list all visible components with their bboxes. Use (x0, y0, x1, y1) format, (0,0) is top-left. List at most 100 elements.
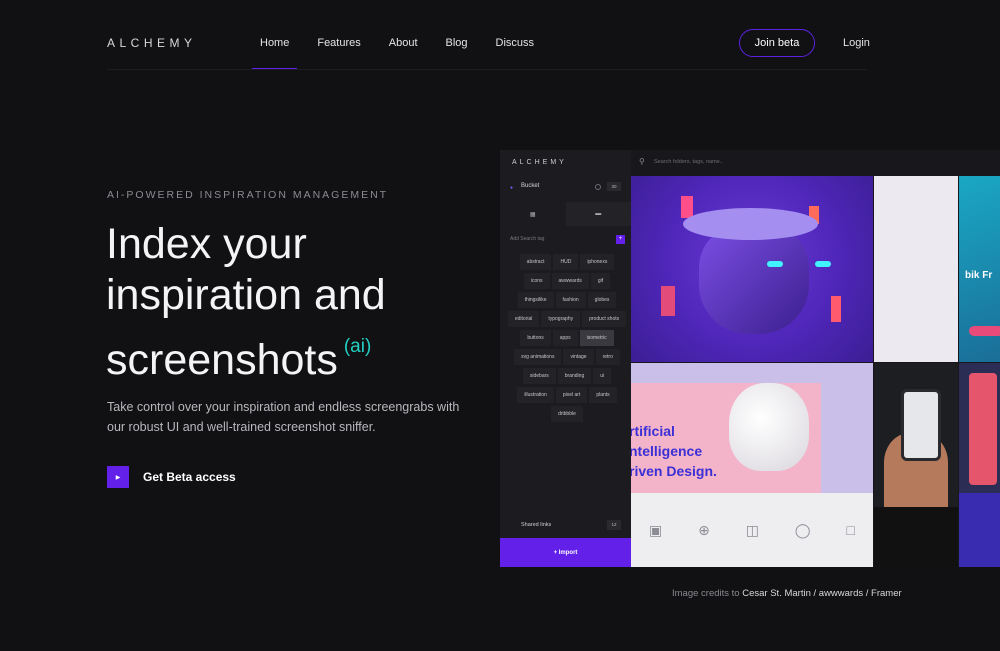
get-beta-label[interactable]: Get Beta access (143, 470, 236, 484)
bucket-row[interactable]: ● Bucket 30 (510, 182, 622, 193)
tile-ai-design[interactable]: rtificial ntelligence riven Design. (631, 363, 873, 493)
tag-chip[interactable]: HUD (553, 254, 579, 270)
image-icon[interactable]: ▣ (649, 522, 662, 539)
nav-link-blog[interactable]: Blog (446, 37, 468, 49)
bucket-label: Bucket (521, 183, 540, 189)
nav-link-about[interactable]: About (389, 37, 418, 49)
shared-links-label: Shared links (521, 522, 552, 528)
app-preview: ALCHEMY ● Bucket 30 ▦ ▬ Add Search tag +… (500, 150, 1000, 567)
nav-divider (107, 69, 867, 70)
tag-chip[interactable]: gif (590, 273, 611, 289)
tag-chip[interactable]: vintage (563, 349, 594, 365)
top-nav: ALCHEMY Home Features About Blog Discuss… (0, 0, 1000, 70)
tag-chip[interactable]: abstract (519, 254, 552, 270)
hero-eyebrow: AI-POWERED INSPIRATION MANAGEMENT (107, 189, 389, 201)
card-line-2: ntelligence (631, 443, 703, 459)
card-title: rtificial ntelligence riven Design. (631, 421, 717, 481)
glowing-eye (767, 261, 783, 267)
nav-links: Home Features About Blog Discuss (251, 37, 562, 70)
tag-chip[interactable]: pixel art (555, 387, 588, 403)
tag-chip[interactable]: apps (552, 330, 578, 346)
tile-mobile-ui[interactable] (959, 363, 1000, 493)
tag-chip[interactable]: iphonexs (580, 254, 615, 270)
phone-shape (901, 389, 941, 461)
component-icon[interactable]: ⊕ (698, 522, 710, 539)
phone-shape (969, 373, 997, 485)
font-icon[interactable]: □ (847, 522, 855, 538)
app-sidebar: ALCHEMY ● Bucket 30 ▦ ▬ Add Search tag +… (500, 150, 631, 567)
import-button[interactable]: + Import (500, 538, 631, 567)
tag-chip[interactable]: editorial (507, 311, 540, 327)
tag-chip[interactable]: typography (541, 311, 581, 327)
bucket-dot-icon: ● (510, 185, 514, 191)
tag-chip[interactable]: icons (523, 273, 550, 289)
credits-prefix: Image credits to (672, 588, 740, 599)
hero-subtitle: Take control over your inspiration and e… (107, 400, 460, 434)
tile-dark-device[interactable] (874, 507, 958, 567)
pixel-block (661, 286, 675, 316)
get-beta-cta[interactable]: ▶ Get Beta access (107, 466, 236, 488)
mouse-icon[interactable]: ◯ (795, 522, 811, 539)
list-view-icon[interactable]: ▬ (565, 202, 631, 226)
search-icon: ⚲ (639, 157, 645, 166)
tile-abstract-head[interactable] (631, 176, 873, 362)
credits-names: Cesar St. Martin / awwwards / Framer (742, 588, 902, 599)
tag-chip[interactable]: retro (595, 349, 620, 365)
bucket-count: 30 (607, 182, 621, 191)
card-line-3: riven Design. (631, 463, 717, 479)
icon-tiles: ▣ ⊕ ◫ ◯ □ (631, 493, 873, 567)
login-link[interactable]: Login (843, 37, 870, 49)
search-placeholder: Search folders, tags, name.. (654, 159, 723, 165)
nav-link-home[interactable]: Home (251, 37, 298, 70)
hero-headline: Index your inspiration and screenshots (a… (106, 219, 466, 386)
app-searchbar[interactable]: ⚲ Search folders, tags, name.. (631, 150, 1000, 176)
brain-shape (729, 383, 809, 471)
tag-chip[interactable]: buttons (520, 330, 551, 346)
tile-fashion-site[interactable] (874, 176, 958, 362)
play-icon[interactable]: ▶ (107, 466, 129, 488)
grid-view-icon[interactable]: ▦ (500, 202, 566, 226)
tag-chip[interactable]: globes (587, 292, 617, 308)
shared-links-count: 12 (607, 520, 621, 530)
document-icon[interactable]: ◫ (746, 522, 759, 539)
nav-link-features[interactable]: Features (317, 37, 360, 49)
app-logo: ALCHEMY (512, 159, 567, 166)
tag-chip[interactable]: plants (589, 387, 617, 403)
tag-chip[interactable]: awwwards (551, 273, 589, 289)
headline-ai-badge: (ai) (343, 336, 372, 357)
headline-line-1: Index your (106, 220, 307, 268)
view-toggle: ▦ ▬ (500, 202, 631, 226)
tile-teal-site[interactable]: bik Fr (959, 176, 1000, 362)
brand-logo[interactable]: ALCHEMY (107, 36, 197, 50)
tag-chip[interactable]: svg animations (514, 349, 562, 365)
shared-links[interactable]: Shared links 12 (500, 516, 631, 534)
tile-phone-in-hand[interactable] (874, 363, 958, 507)
tag-list: abstract HUD iphonexs icons awwwards gif thing… (507, 254, 627, 422)
add-tag-icon[interactable]: + (616, 235, 625, 244)
nav-link-discuss[interactable]: Discuss (496, 37, 535, 49)
head-shape (699, 224, 809, 334)
image-credits: Image credits to Cesar St. Martin / awww… (672, 588, 902, 599)
pink-pill (969, 326, 1000, 336)
tag-chip[interactable]: dribbble (551, 406, 583, 422)
tag-chip[interactable]: product shots (582, 311, 627, 327)
tag-chip[interactable]: ui (593, 368, 612, 384)
pixel-block (831, 296, 841, 322)
tag-chip[interactable]: fashion (555, 292, 586, 308)
glowing-eye (815, 261, 831, 267)
join-beta-button[interactable]: Join beta (739, 29, 815, 57)
headline-line-2: inspiration and (106, 271, 386, 319)
tag-chip[interactable]: branding (557, 368, 592, 384)
screenshot-grid: bik Fr rtificial ntelligence riven Desig… (631, 176, 1000, 567)
tile-side-word: bik Fr (965, 270, 993, 281)
tile-isometric[interactable] (959, 493, 1000, 567)
tag-search[interactable]: Add Search tag + (500, 234, 627, 246)
tag-chip[interactable]: illustration (517, 387, 554, 403)
headline-line-3: screenshots (106, 336, 338, 384)
ring-shape (683, 208, 818, 240)
bucket-circle-icon (595, 184, 601, 190)
tag-chip[interactable]: sidebars (522, 368, 556, 384)
tag-chip[interactable]: thingsilike (517, 292, 554, 308)
tag-search-placeholder: Add Search tag (510, 236, 545, 242)
tag-chip[interactable]: isometric (579, 330, 614, 346)
